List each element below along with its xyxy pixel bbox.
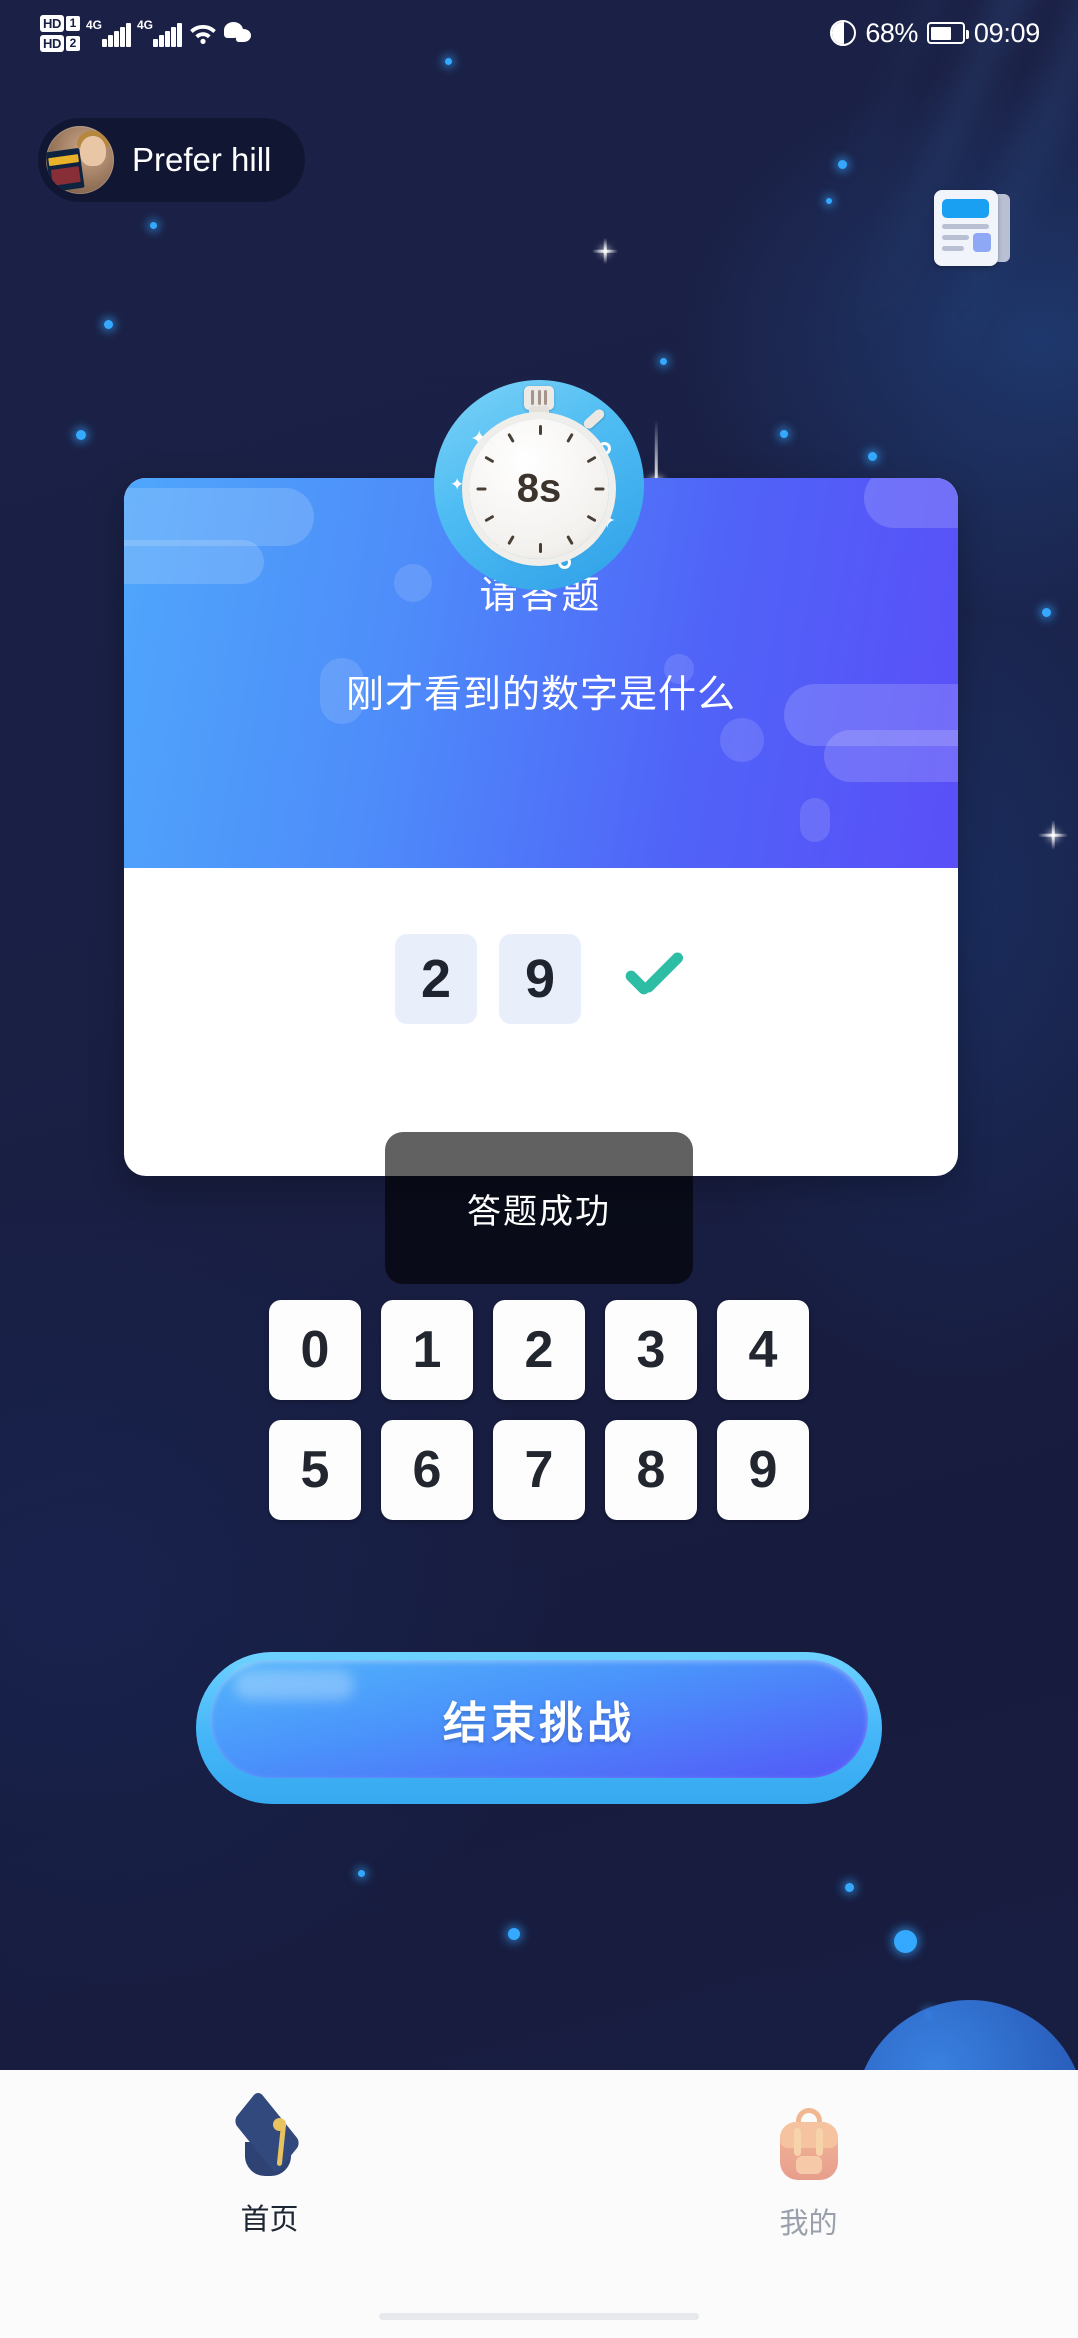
news-article-icon[interactable]	[934, 190, 1010, 266]
keypad-key-3[interactable]: 3	[605, 1300, 697, 1400]
sim2-hd-badge: HD 2	[40, 35, 80, 52]
question-card-body: 2 9	[124, 868, 958, 1176]
star-dot	[660, 358, 667, 365]
keypad-key-8[interactable]: 8	[605, 1420, 697, 1520]
toast-message: 答题成功	[385, 1132, 693, 1284]
keypad-row: 5 6 7 8 9	[269, 1420, 809, 1520]
graduation-cap-icon	[227, 2108, 313, 2182]
answer-row: 2 9	[395, 934, 687, 1024]
star-dot	[868, 452, 877, 461]
sparkle-icon: ✦	[450, 476, 464, 493]
battery-icon	[927, 22, 965, 44]
wifi-icon	[188, 21, 218, 45]
stopwatch-icon: ✦ ✦ ✦ 8s	[434, 380, 644, 590]
keypad-key-1[interactable]: 1	[381, 1300, 473, 1400]
wechat-icon	[224, 22, 254, 44]
keypad-row: 0 1 2 3 4	[269, 1300, 809, 1400]
end-challenge-button-wrapper: 结束挑战	[196, 1652, 882, 1804]
star-dot	[845, 1883, 854, 1892]
avatar	[46, 126, 114, 194]
hd-label: HD	[40, 15, 64, 32]
keypad-key-6[interactable]: 6	[381, 1420, 473, 1520]
ring-decoration	[558, 556, 571, 569]
stopwatch-side-button	[582, 407, 607, 430]
star-dot	[104, 320, 113, 329]
keypad-key-9[interactable]: 9	[717, 1420, 809, 1520]
keypad-key-0[interactable]: 0	[269, 1300, 361, 1400]
star-dot	[894, 1930, 917, 1953]
star-dot	[150, 222, 157, 229]
hd-label: HD	[40, 35, 64, 52]
keypad-key-2[interactable]: 2	[493, 1300, 585, 1400]
star-dot	[838, 160, 847, 169]
answer-digit-box: 9	[499, 934, 581, 1024]
battery-percent: 68%	[865, 18, 918, 49]
app-screen: HD 1 HD 2 4G 4G 68%	[0, 0, 1078, 2338]
home-indicator	[379, 2313, 699, 2320]
bottom-tab-bar: 首页 我的	[0, 2070, 1078, 2338]
status-bar-left: HD 1 HD 2 4G 4G	[0, 15, 254, 52]
answer-digit-box: 2	[395, 934, 477, 1024]
star-dot	[826, 198, 832, 204]
eye-comfort-icon	[830, 20, 856, 46]
end-challenge-label: 结束挑战	[443, 1687, 635, 1751]
star-dot	[76, 430, 86, 440]
keypad-key-4[interactable]: 4	[717, 1300, 809, 1400]
checkmark-icon	[615, 943, 687, 1015]
sparkle-icon	[1038, 820, 1068, 850]
network-type-label: 4G	[137, 18, 153, 32]
sim1-hd-badge: HD 1	[40, 15, 80, 32]
user-name: Prefer hill	[132, 141, 271, 179]
tab-mine-label: 我的	[779, 2200, 837, 2242]
tab-mine[interactable]: 我的	[539, 2108, 1078, 2242]
user-profile-pill[interactable]: Prefer hill	[38, 118, 305, 202]
star-dot	[508, 1928, 520, 1940]
star-dot	[780, 430, 788, 438]
keypad-key-7[interactable]: 7	[493, 1420, 585, 1520]
tab-home-label: 首页	[240, 2196, 298, 2238]
star-dot	[1042, 608, 1051, 617]
numeric-keypad: 0 1 2 3 4 5 6 7 8 9	[269, 1300, 809, 1540]
star-dot	[358, 1870, 365, 1877]
sim-number: 1	[66, 16, 80, 31]
sparkle-icon	[592, 238, 618, 264]
signal-bars-sim1-icon: 4G	[86, 19, 131, 47]
timer-seconds-value: 8s	[517, 467, 562, 512]
backpack-icon	[766, 2108, 852, 2186]
stopwatch-neck	[529, 406, 549, 420]
status-bar: HD 1 HD 2 4G 4G 68%	[0, 0, 1078, 66]
toast-text: 答题成功	[467, 1184, 611, 1233]
status-bar-clock: 09:09	[974, 18, 1040, 49]
tab-home[interactable]: 首页	[0, 2108, 539, 2238]
keypad-key-5[interactable]: 5	[269, 1420, 361, 1520]
stopwatch-dial: 8s	[469, 419, 609, 559]
sim-number: 2	[66, 36, 80, 51]
network-type-label: 4G	[86, 18, 102, 32]
end-challenge-button[interactable]: 结束挑战	[210, 1660, 868, 1778]
question-card-subtitle: 刚才看到的数字是什么	[124, 619, 958, 718]
dual-sim-indicator: HD 1 HD 2	[40, 15, 80, 52]
status-bar-right: 68% 09:09	[830, 18, 1078, 49]
button-gloss	[234, 1670, 354, 1700]
ring-decoration	[598, 442, 611, 455]
signal-bars-sim2-icon: 4G	[137, 19, 182, 47]
